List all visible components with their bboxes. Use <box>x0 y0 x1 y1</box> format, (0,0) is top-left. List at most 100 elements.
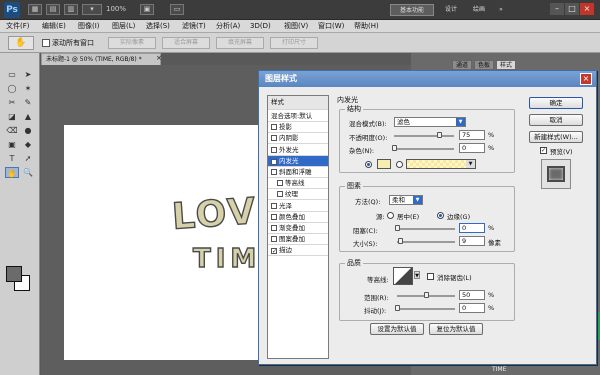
crop-tool-icon[interactable]: ✂ <box>5 97 19 108</box>
jitter-field[interactable]: 0 <box>459 303 485 313</box>
gradient-picker[interactable]: ▼ <box>406 159 476 169</box>
menu-3d[interactable]: 3D(D) <box>250 21 271 32</box>
document-close-icon[interactable]: × <box>156 54 162 62</box>
choke-slider-track[interactable] <box>397 228 455 230</box>
style-item[interactable]: ✓ 描边 <box>268 245 328 257</box>
menu-file[interactable]: 文件(F) <box>6 21 30 32</box>
source-edge-radio[interactable] <box>437 212 444 219</box>
ok-button[interactable]: 确定 <box>529 97 583 109</box>
dialog-close-icon[interactable]: × <box>580 73 592 85</box>
arrange-documents-icon[interactable]: ▣ <box>140 4 154 15</box>
workspace-design-button[interactable]: 设计 <box>440 4 462 16</box>
dodge-tool-icon[interactable]: ◆ <box>21 139 35 150</box>
screen-mode-icon[interactable]: ▭ <box>170 4 184 15</box>
menu-edit[interactable]: 编辑(E) <box>42 21 66 32</box>
blur-tool-icon[interactable]: ● <box>21 125 35 136</box>
zoom-tool-icon[interactable]: 🔍 <box>21 167 35 178</box>
gradient-radio[interactable] <box>396 161 403 168</box>
workspace-more-button[interactable]: » <box>496 4 506 16</box>
style-item-checkbox[interactable] <box>271 225 277 231</box>
new-style-button[interactable]: 新建样式(W)... <box>529 131 583 143</box>
range-field[interactable]: 50 <box>459 290 485 300</box>
foreground-color-swatch[interactable] <box>6 266 22 282</box>
style-item[interactable]: 斜面和浮雕 <box>268 167 328 178</box>
actual-pixels-button[interactable]: 实际像素 <box>108 37 156 49</box>
healing-tool-icon[interactable]: ◪ <box>5 111 19 122</box>
move-tool-icon[interactable]: ➤ <box>21 69 35 80</box>
size-slider-handle[interactable] <box>397 238 403 244</box>
style-item-checkbox[interactable] <box>277 180 283 187</box>
magic-wand-tool-icon[interactable]: ✶ <box>21 83 35 94</box>
style-item[interactable]: 颜色叠加 <box>268 212 328 223</box>
styles-header[interactable]: 样式 <box>268 96 328 110</box>
style-item[interactable]: 渐变叠加 <box>268 223 328 234</box>
window-close-icon[interactable]: × <box>580 3 594 15</box>
noise-slider-track[interactable] <box>394 148 454 150</box>
maximize-icon[interactable]: □ <box>565 3 579 15</box>
gradient-tool-icon[interactable]: ▣ <box>5 139 19 150</box>
eraser-tool-icon[interactable]: ⌫ <box>5 125 19 136</box>
bridge-icon[interactable]: ▦ <box>28 4 42 15</box>
fill-screen-button[interactable]: 填充屏幕 <box>216 37 264 49</box>
type-tool-icon[interactable]: T <box>5 153 19 164</box>
marquee-tool-icon[interactable]: ▭ <box>5 69 19 80</box>
menu-help[interactable]: 帮助(H) <box>354 21 379 32</box>
range-slider-handle[interactable] <box>424 292 429 298</box>
style-item-checkbox[interactable] <box>277 191 283 198</box>
jitter-slider-track[interactable] <box>397 308 455 310</box>
brush-tool-icon[interactable]: ▲ <box>21 111 35 122</box>
contour-preview[interactable] <box>393 267 413 285</box>
hand-tool-icon[interactable]: ✋ <box>8 36 34 50</box>
style-item-checkbox[interactable]: ✓ <box>271 158 277 165</box>
scroll-all-windows-checkbox[interactable] <box>42 39 50 47</box>
style-item[interactable]: 等高线 <box>268 178 328 190</box>
choke-field[interactable]: 0 <box>459 223 485 233</box>
style-item[interactable]: 混合选项:默认 <box>268 111 328 122</box>
size-field[interactable]: 9 <box>459 236 485 246</box>
style-item-checkbox[interactable] <box>271 124 277 131</box>
workspace-paint-button[interactable]: 绘画 <box>467 4 491 16</box>
menu-window[interactable]: 窗口(W) <box>318 21 344 32</box>
zoom-dropdown-icon[interactable]: ▾ <box>82 4 102 15</box>
antialias-checkbox[interactable] <box>427 273 434 280</box>
style-item-checkbox[interactable] <box>271 169 277 175</box>
style-item[interactable]: 光泽 <box>268 201 328 212</box>
eyedropper-tool-icon[interactable]: ✎ <box>21 97 35 108</box>
layer-name[interactable]: TIME <box>492 366 506 373</box>
style-item[interactable]: 内阴影 <box>268 133 328 145</box>
menu-select[interactable]: 选择(S) <box>146 21 170 32</box>
print-size-button[interactable]: 打印尺寸 <box>270 37 318 49</box>
workspace-essentials-button[interactable]: 基本功能 <box>390 4 434 16</box>
style-item-checkbox[interactable] <box>271 135 277 142</box>
style-item[interactable]: 图案叠加 <box>268 234 328 246</box>
menu-layer[interactable]: 图层(L) <box>112 21 135 32</box>
style-item[interactable]: ✓ 内发光 <box>268 155 328 167</box>
style-item-checkbox[interactable]: ✓ <box>271 248 277 255</box>
style-item-checkbox[interactable] <box>271 213 277 220</box>
minimize-icon[interactable]: – <box>550 3 564 15</box>
canvas[interactable] <box>64 125 264 360</box>
preview-checkbox[interactable]: ✓ <box>540 147 547 154</box>
reset-default-button[interactable]: 复位为默认值 <box>429 323 483 335</box>
menu-view[interactable]: 视图(V) <box>284 21 308 32</box>
zoom-level[interactable]: 100% <box>106 5 126 13</box>
blend-mode-select[interactable]: 滤色 ▼ <box>394 117 466 127</box>
tab-channels[interactable]: 通道 <box>452 60 473 70</box>
path-selection-tool-icon[interactable]: ➚ <box>21 153 35 164</box>
size-slider-track[interactable] <box>397 241 455 243</box>
hand-tool-icon[interactable]: ✋ <box>5 167 19 178</box>
menu-filter[interactable]: 滤镜(T) <box>182 21 206 32</box>
choke-slider-handle[interactable] <box>395 225 400 231</box>
lasso-tool-icon[interactable]: ◯ <box>5 83 19 94</box>
document-tab[interactable]: 未标题-1 @ 50% (TIME, RGB/8) * <box>41 53 161 65</box>
jitter-slider-handle[interactable] <box>395 305 400 311</box>
menu-image[interactable]: 图像(I) <box>78 21 100 32</box>
glow-color-swatch[interactable] <box>377 159 391 169</box>
opacity-slider-track[interactable] <box>394 135 454 137</box>
chevron-down-icon[interactable]: ▼ <box>414 271 420 279</box>
cancel-button[interactable]: 取消 <box>529 114 583 126</box>
opacity-slider-handle[interactable] <box>437 132 442 138</box>
style-item-checkbox[interactable] <box>271 146 277 153</box>
menu-analysis[interactable]: 分析(A) <box>216 21 240 32</box>
opacity-field[interactable]: 75 <box>459 130 485 140</box>
